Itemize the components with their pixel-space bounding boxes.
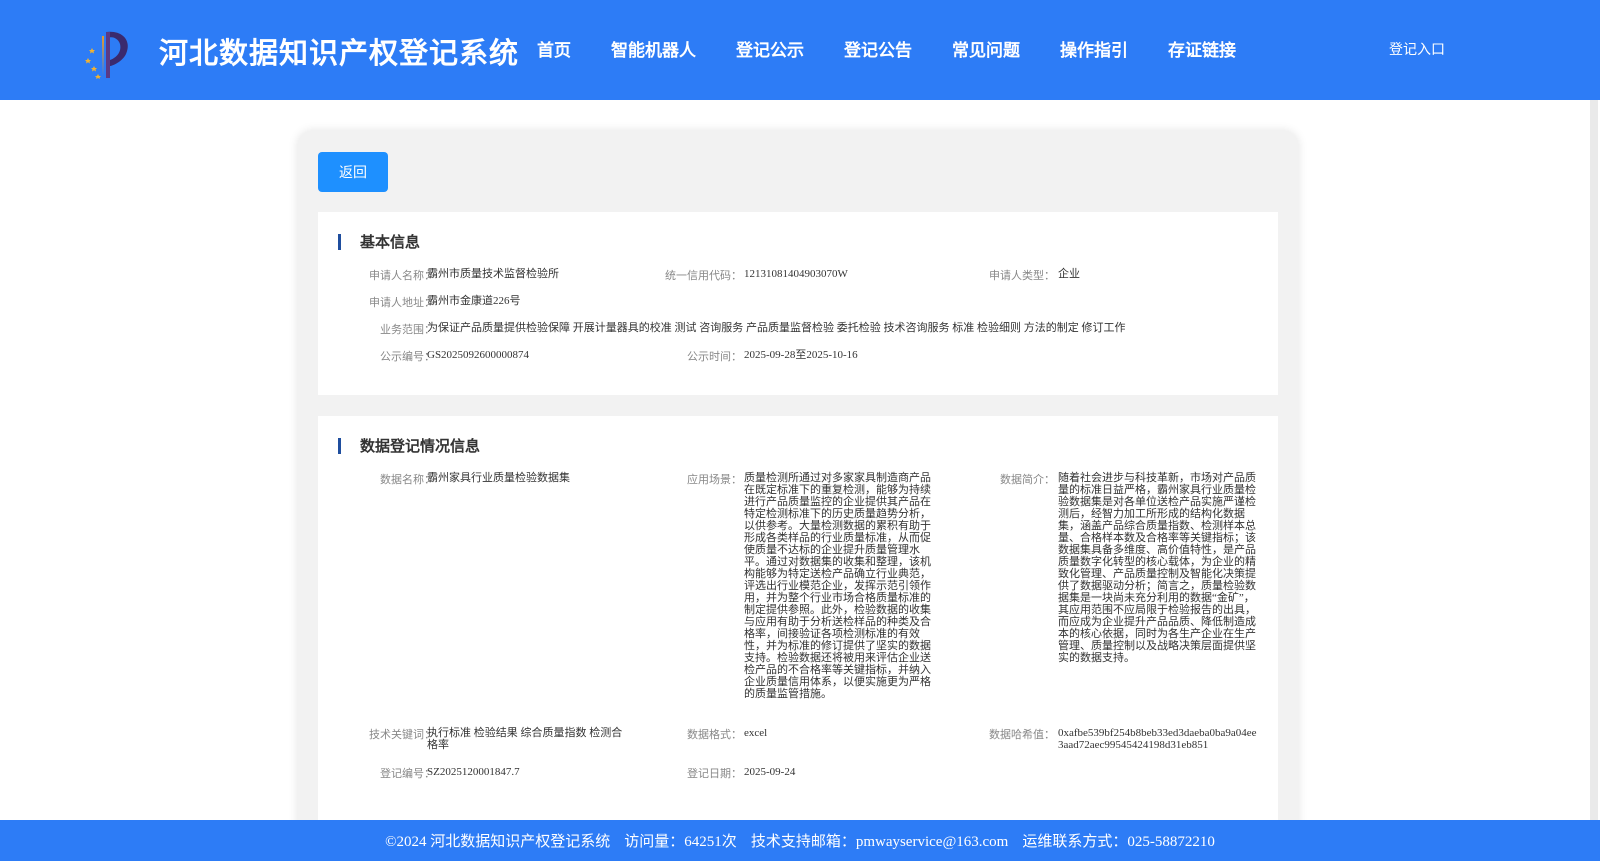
section-title: 数据登记情况信息 [338,435,480,456]
keywords-label: 技术关键词： [369,729,435,741]
applicant-name-value: 霸州市质量技术监督检验所 [427,268,559,280]
keywords-value: 执行标准 检验结果 综合质量指数 检测合格率 [427,727,623,751]
applicant-type-label: 申请人类型： [989,270,1055,282]
registration-date-value: 2025-09-24 [744,766,796,778]
address-label: 申请人地址： [369,297,435,309]
nav-faq[interactable]: 常见问题 [952,36,1020,61]
torch-logo-icon [85,31,128,79]
notice-number-value: GS2025092600000874 [427,349,530,361]
credit-code-label: 统一信用代码： [665,270,742,282]
notice-time-value: 2025-09-28至2025-10-16 [744,349,858,361]
nav-robot[interactable]: 智能机器人 [611,36,696,61]
data-hash-label: 数据哈希值： [989,729,1055,741]
scrollbar-thumb[interactable] [1590,100,1598,830]
footer-ops-contact: 运维联系方式：025-58872210 [1022,834,1215,850]
data-name-value: 霸州家具行业质量检验数据集 [427,472,570,484]
data-hash-value: 0xafbe539bf254b8beb33ed3daeba0ba9a04ee3a… [1058,727,1257,751]
footer-copyright: ©2024 河北数据知识产权登记系统 [385,834,611,850]
main-nav: 首页 智能机器人 登记公示 登记公告 常见问题 操作指引 存证链接 [537,36,1276,61]
title-accent-bar [338,437,341,454]
login-entry-link[interactable]: 登记入口 [1389,39,1445,59]
footer-support-email: 技术支持邮箱：pmwayservice@163.com [750,834,1009,850]
data-registration-panel: 数据登记情况信息 数据名称： 霸州家具行业质量检验数据集 应用场景： 质量检测所… [318,416,1278,836]
registration-date-label: 登记日期： [687,768,742,780]
data-format-value: excel [744,727,768,739]
section-title: 基本信息 [338,231,420,252]
address-value: 霸州市金康道226号 [427,295,521,307]
scenario-label: 应用场景： [687,474,742,486]
nav-guide[interactable]: 操作指引 [1060,36,1128,61]
footer-visits: 访问量：64251次 [624,834,737,850]
notice-time-label: 公示时间： [687,351,742,363]
business-scope-value: 为保证产品质量提供检验保障 开展计量器具的校准 测试 咨询服务 产品质量监督检验… [427,322,1126,334]
summary-value: 随着社会进步与科技革新，市场对产品质量的标准日益严格，霸州家具行业质量检验数据集… [1058,472,1256,664]
applicant-name-label: 申请人名称： [369,270,435,282]
site-footer: ©2024 河北数据知识产权登记系统 访问量：64251次 技术支持邮箱：pmw… [0,820,1600,861]
site-title: 河北数据知识产权登记系统 [159,36,520,70]
section-title-text: 数据登记情况信息 [360,437,481,455]
nav-home[interactable]: 首页 [537,36,571,61]
nav-publicity[interactable]: 登记公示 [736,36,804,61]
basic-info-panel: 基本信息 申请人名称： 霸州市质量技术监督检验所 统一信用代码： 1213108… [318,212,1278,395]
registration-number-value: SZ2025120001847.7 [427,766,520,778]
data-format-label: 数据格式： [687,729,742,741]
applicant-type-value: 企业 [1058,268,1080,280]
top-header: 河北数据知识产权登记系统 首页 智能机器人 登记公示 登记公告 常见问题 操作指… [0,0,1600,100]
title-accent-bar [338,233,341,250]
detail-card: 返回 基本信息 申请人名称： 霸州市质量技术监督检验所 统一信用代码： 1213… [298,131,1298,861]
scenario-value: 质量检测所通过对多家家具制造商产品在既定标准下的重复检测，能够为持续进行产品质量… [744,472,931,700]
nav-announcement[interactable]: 登记公告 [844,36,912,61]
back-button[interactable]: 返回 [318,152,388,192]
section-title-text: 基本信息 [360,233,421,251]
nav-evidence-link[interactable]: 存证链接 [1168,36,1236,61]
credit-code-value: 12131081404903070W [744,268,848,280]
summary-label: 数据简介： [1000,474,1055,486]
